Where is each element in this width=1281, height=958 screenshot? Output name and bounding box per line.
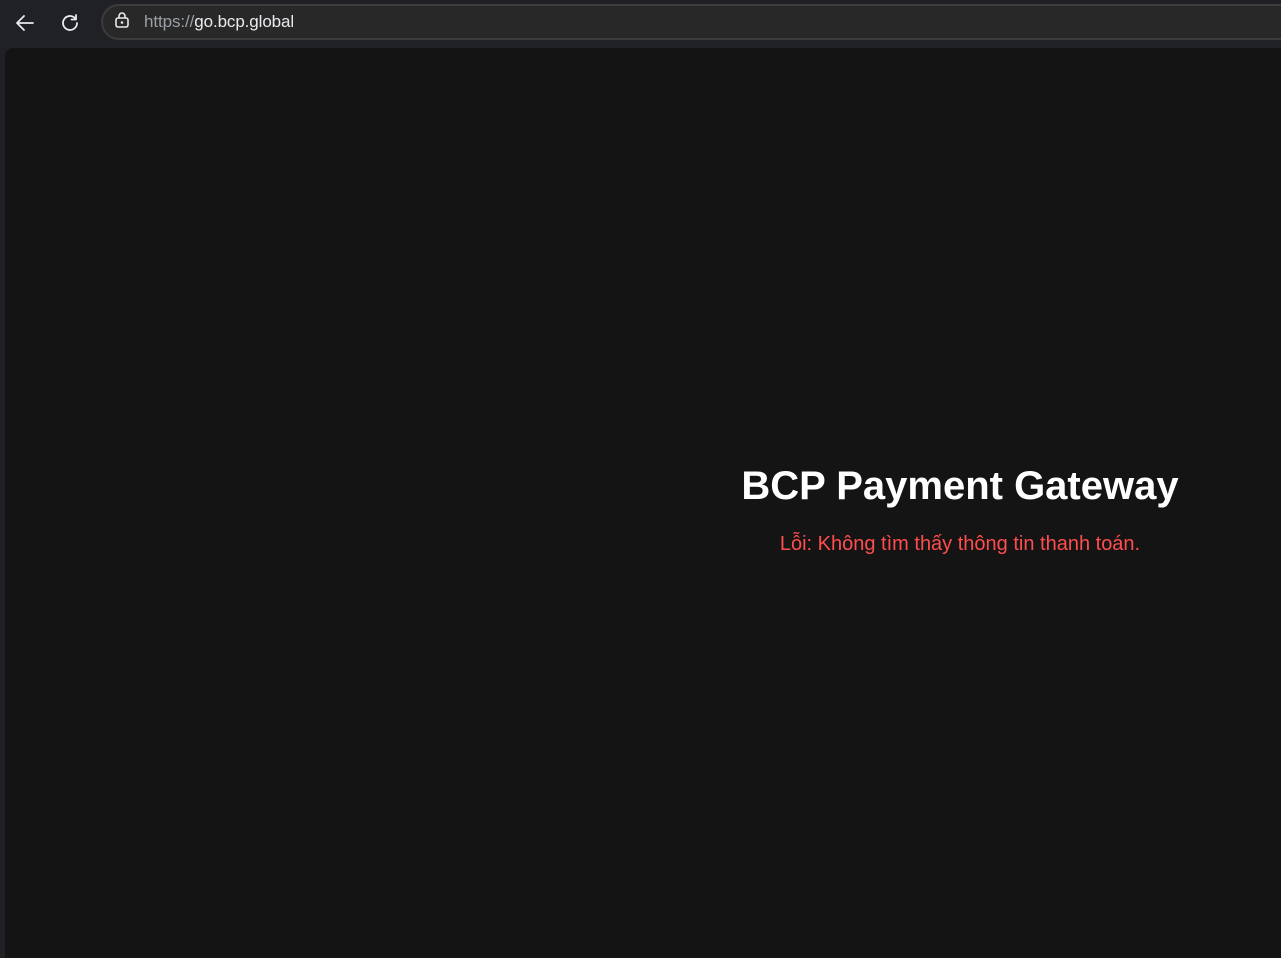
browser-toolbar: https://go.bcp.global	[0, 0, 1281, 48]
page-title: BCP Payment Gateway	[741, 464, 1179, 508]
gateway-content: BCP Payment Gateway Lỗi: Không tìm thấy …	[732, 458, 1188, 558]
url-host: go.bcp.global	[194, 12, 295, 31]
reload-icon	[59, 12, 81, 34]
site-info-button[interactable]	[110, 10, 134, 34]
url-text[interactable]: https://go.bcp.global	[144, 12, 294, 32]
arrow-left-icon	[14, 12, 36, 34]
reload-button[interactable]	[53, 6, 87, 40]
back-button[interactable]	[8, 6, 42, 40]
lock-tune-icon	[113, 11, 131, 34]
address-bar[interactable]: https://go.bcp.global	[101, 4, 1281, 40]
error-message: Lỗi: Không tìm thấy thông tin thanh toán…	[779, 533, 1141, 555]
url-scheme: https://	[144, 12, 195, 31]
